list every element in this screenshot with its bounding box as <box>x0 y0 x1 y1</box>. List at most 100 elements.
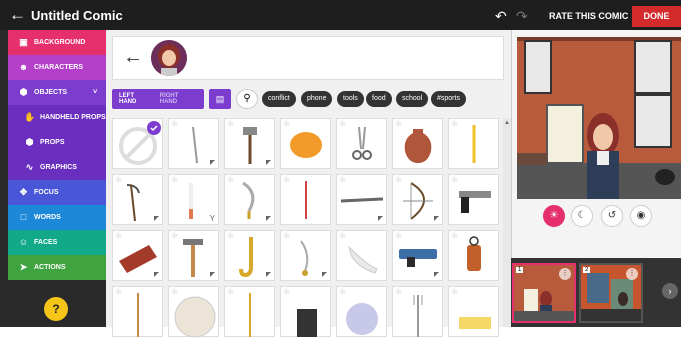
scroll-up-icon[interactable]: ▲ <box>504 120 510 126</box>
prop-lantern[interactable]: ☆ <box>448 230 499 281</box>
tag-sports[interactable]: #sports <box>431 91 466 107</box>
sidebar-item-characters[interactable]: ☻ CHARACTERS <box>8 55 106 80</box>
next-arrow-icon[interactable]: › <box>662 283 678 299</box>
undo-icon[interactable]: ↶ <box>495 8 507 25</box>
star-icon[interactable]: ☆ <box>115 287 122 296</box>
search-icon[interactable]: ⚲ <box>236 89 258 109</box>
sidebar-item-words[interactable]: □ WORDS <box>8 205 106 230</box>
more-icon[interactable]: ⋮ <box>559 268 571 280</box>
sidebar-item-handheld-props[interactable]: ✋ HANDHELD PROPS <box>8 105 106 130</box>
comic-panel-preview[interactable] <box>517 37 681 199</box>
prop-hammer[interactable]: ☆ <box>168 230 219 281</box>
tag-conflict[interactable]: conflict <box>262 91 296 107</box>
star-icon[interactable]: ☆ <box>283 119 290 128</box>
avatar[interactable] <box>151 40 187 76</box>
prop-orange[interactable]: ☆ <box>280 118 331 169</box>
left-hand-option[interactable]: LEFT HAND <box>119 93 152 105</box>
star-icon[interactable]: ☆ <box>339 175 346 184</box>
prop-scissors[interactable]: ☆ <box>336 118 387 169</box>
back-arrow-icon[interactable]: ← <box>9 6 26 23</box>
prop-sabre[interactable]: ☆ <box>280 230 331 281</box>
day-mode-icon[interactable]: ☀ <box>543 205 565 227</box>
star-icon[interactable]: ☆ <box>395 175 402 184</box>
star-icon[interactable]: ☆ <box>339 231 346 240</box>
rate-comic-button[interactable]: RATE THIS COMIC <box>549 11 628 21</box>
prop-bow[interactable]: ☆ <box>392 174 443 225</box>
star-icon[interactable]: ☆ <box>395 231 402 240</box>
help-button[interactable]: ? <box>44 297 68 321</box>
sidebar-item-props[interactable]: ⬢ PROPS <box>8 130 106 155</box>
prop-sceptre[interactable]: ☆ <box>224 286 275 337</box>
prop-scythe[interactable]: ☆ <box>112 174 163 225</box>
collection-icon[interactable]: ▤ <box>209 89 231 109</box>
done-button[interactable]: DONE <box>632 6 681 27</box>
prop-cigarette[interactable]: ☆ Y <box>168 174 219 225</box>
star-icon[interactable]: ☆ <box>283 287 290 296</box>
sidebar-item-objects[interactable]: ⬢ OBJECTS ˅ <box>8 80 106 105</box>
star-icon[interactable]: ☆ <box>395 287 402 296</box>
prop-mace[interactable]: ☆ <box>224 118 275 169</box>
star-icon[interactable]: ☆ <box>283 231 290 240</box>
star-icon[interactable]: ☆ <box>451 175 458 184</box>
tag-school[interactable]: school <box>396 91 429 107</box>
prop-rifle[interactable]: ☆ <box>336 174 387 225</box>
star-icon[interactable]: ☆ <box>339 119 346 128</box>
comic-title[interactable]: Untitled Comic <box>31 8 123 23</box>
star-icon[interactable]: ☆ <box>171 119 178 128</box>
star-icon[interactable]: ☆ <box>227 231 234 240</box>
prop-none[interactable] <box>112 118 163 169</box>
star-icon[interactable]: ☆ <box>171 287 178 296</box>
palette-icon[interactable]: ◉ <box>630 205 652 227</box>
prop-pencil[interactable]: ☆ <box>448 118 499 169</box>
sidebar-item-background[interactable]: ▣ BACKGROUND <box>8 30 106 55</box>
tag-food[interactable]: food <box>366 91 392 107</box>
star-icon[interactable]: ☆ <box>171 175 178 184</box>
selected-character-bar: ← <box>112 36 504 80</box>
sidebar-item-actions[interactable]: ➤ ACTIONS <box>8 255 106 280</box>
prop-blaster[interactable]: ☆ <box>392 230 443 281</box>
tag-tools[interactable]: tools <box>337 91 364 107</box>
history-icon[interactable]: ↺ <box>601 205 623 227</box>
star-icon[interactable]: ☆ <box>115 175 122 184</box>
star-icon[interactable]: ☆ <box>171 231 178 240</box>
prop-staff[interactable]: ☆ <box>112 286 163 337</box>
star-icon[interactable]: ☆ <box>395 119 402 128</box>
star-icon[interactable]: ☆ <box>451 287 458 296</box>
prop-butter[interactable]: ☆ <box>448 286 499 337</box>
star-icon[interactable]: ☆ <box>227 175 234 184</box>
right-hand-option[interactable]: RIGHT HAND <box>160 93 196 105</box>
star-icon[interactable]: ☆ <box>451 231 458 240</box>
star-icon[interactable]: ☆ <box>227 287 234 296</box>
prop-wand[interactable]: ☆ <box>280 174 331 225</box>
star-icon[interactable]: ☆ <box>451 119 458 128</box>
hand-toggle[interactable]: LEFT HAND RIGHT HAND <box>112 89 204 109</box>
star-icon[interactable]: ☆ <box>339 287 346 296</box>
prop-vase[interactable]: ☆ <box>392 118 443 169</box>
grid-scrollbar[interactable]: ▲ <box>503 118 511 327</box>
back-arrow-icon[interactable]: ← <box>123 46 143 69</box>
prop-scimitar[interactable]: ☆ <box>224 174 275 225</box>
prop-suitcase[interactable]: ☆ <box>280 286 331 337</box>
prop-crystal-ball[interactable]: ☆ <box>336 286 387 337</box>
panel-thumb-1[interactable]: 1 ⋮ <box>512 263 576 323</box>
prop-fork[interactable]: ☆ <box>392 286 443 337</box>
star-icon[interactable]: ☆ <box>283 175 290 184</box>
sidebar-item-focus[interactable]: ✥ FOCUS <box>8 180 106 205</box>
redo-icon[interactable]: ↷ <box>516 8 528 25</box>
prop-book[interactable]: ☆ <box>112 230 163 281</box>
panel-thumbnails: 1 ⋮ 2 ⋮ <box>511 258 681 327</box>
sidebar-item-graphics[interactable]: ∿ GRAPHICS <box>8 155 106 180</box>
prop-pistol[interactable]: ☆ <box>448 174 499 225</box>
prop-plate[interactable]: ☆ <box>168 286 219 338</box>
prop-saxophone[interactable]: ☆ <box>224 230 275 281</box>
prop-sword[interactable]: ☆ <box>168 118 219 169</box>
sidebar-item-faces[interactable]: ☺ FACES <box>8 230 106 255</box>
panel-thumb-2[interactable]: 2 ⋮ <box>579 263 643 323</box>
arrows-icon: ✥ <box>19 187 28 197</box>
tag-phone[interactable]: phone <box>301 91 333 107</box>
night-mode-icon[interactable]: ☾ <box>571 205 593 227</box>
more-icon[interactable]: ⋮ <box>626 268 638 280</box>
star-icon[interactable]: ☆ <box>227 119 234 128</box>
star-icon[interactable]: ☆ <box>115 231 122 240</box>
prop-high-heel[interactable]: ☆ <box>336 230 387 281</box>
